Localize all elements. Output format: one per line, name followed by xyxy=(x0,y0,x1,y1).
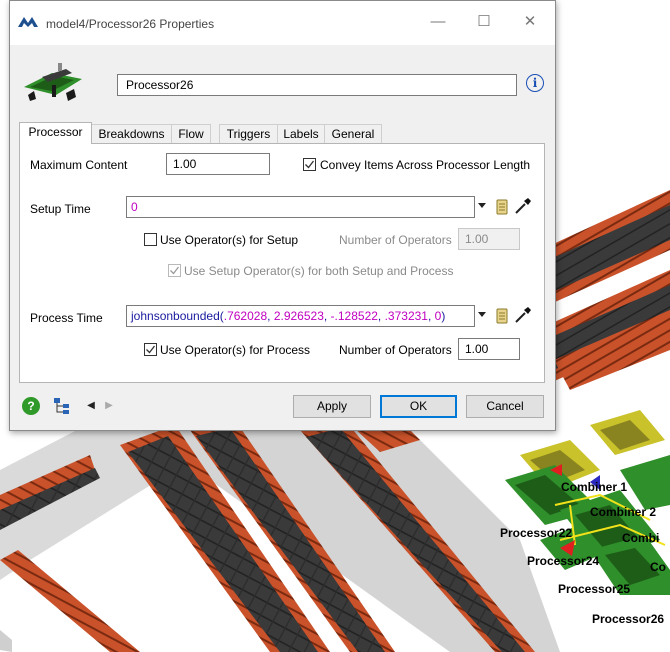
process-time-script-icon[interactable] xyxy=(494,307,510,325)
process-time-dropdown-icon[interactable] xyxy=(478,312,486,318)
process-time-arg-2: 2.926523 xyxy=(273,309,324,323)
cancel-button[interactable]: Cancel xyxy=(466,395,544,418)
window-title: model4/Processor26 Properties xyxy=(46,17,215,31)
use-operator-setup-checkbox[interactable] xyxy=(144,233,157,246)
help-icon[interactable]: ? xyxy=(22,397,40,415)
process-time-arg-1: .762028 xyxy=(223,309,268,323)
next-object-button[interactable]: ▶ xyxy=(102,397,116,415)
setup-time-dropdown-icon[interactable] xyxy=(478,203,486,209)
previous-object-button[interactable]: ◀ xyxy=(84,397,98,415)
tab-flow[interactable]: Flow xyxy=(171,124,211,143)
use-setup-both-label: Use Setup Operator(s) for both Setup and… xyxy=(184,264,454,278)
use-operator-process-checkbox[interactable] xyxy=(144,343,157,356)
ok-button[interactable]: OK xyxy=(380,395,457,418)
convey-items-label: Convey Items Across Processor Length xyxy=(320,158,531,172)
dialog-button-bar: ? ◀ ▶ Apply OK Cancel xyxy=(10,391,555,429)
scene-label-processor26[interactable]: Processor26 xyxy=(592,612,664,626)
process-time-arg-3: -.128522 xyxy=(330,309,378,323)
tab-triggers[interactable]: Triggers xyxy=(219,124,278,143)
scene-label-processor24[interactable]: Processor24 xyxy=(527,554,599,568)
apply-button[interactable]: Apply xyxy=(293,395,371,418)
setup-time-eyedropper-icon[interactable] xyxy=(514,197,532,215)
convey-items-checkbox[interactable] xyxy=(303,158,316,171)
setup-num-operators-field[interactable]: 1.00 xyxy=(458,228,520,250)
use-setup-both-checkbox[interactable] xyxy=(168,264,181,277)
processor-tab-panel: Maximum Content 1.00 Convey Items Across… xyxy=(19,143,545,383)
process-num-operators-label: Number of Operators xyxy=(339,343,452,357)
title-bar[interactable]: model4/Processor26 Properties — ☐ ✕ xyxy=(10,1,555,45)
close-button[interactable]: ✕ xyxy=(507,7,553,37)
scene-label-processor25[interactable]: Processor25 xyxy=(558,582,630,596)
minimize-button[interactable]: — xyxy=(415,7,461,37)
process-time-function: johnsonbounded( xyxy=(131,309,224,323)
scene-label-combiner-3[interactable]: Combi xyxy=(622,531,659,545)
max-content-field[interactable]: 1.00 xyxy=(166,153,270,175)
tree-view-icon[interactable] xyxy=(53,397,71,415)
tab-general[interactable]: General xyxy=(324,124,382,143)
scene-label-combiner-4[interactable]: Co xyxy=(650,560,666,574)
process-time-eyedropper-icon[interactable] xyxy=(514,306,532,324)
process-time-close-paren: ) xyxy=(441,309,446,323)
processor-object-icon xyxy=(24,63,82,101)
tab-labels[interactable]: Labels xyxy=(277,124,325,143)
process-time-arg-4: .373231 xyxy=(384,309,428,323)
scene-label-combiner-2[interactable]: Combiner 2 xyxy=(590,505,656,519)
scene-label-processor22[interactable]: Processor22 xyxy=(500,526,572,540)
tab-breakdowns[interactable]: Breakdowns xyxy=(91,124,172,143)
setup-time-script-icon[interactable] xyxy=(494,198,510,216)
use-operator-setup-label: Use Operator(s) for Setup xyxy=(160,233,299,247)
use-operator-process-label: Use Operator(s) for Process xyxy=(160,343,311,357)
process-time-label: Process Time xyxy=(30,311,103,325)
setup-time-label: Setup Time xyxy=(30,202,91,216)
scene-label-combiner-1[interactable]: Combiner 1 xyxy=(561,480,627,494)
process-time-field[interactable]: johnsonbounded(.762028, 2.926523, -.1285… xyxy=(126,305,475,327)
info-icon[interactable]: i xyxy=(526,74,544,92)
tab-processor[interactable]: Processor xyxy=(19,122,92,144)
setup-num-operators-label: Number of Operators xyxy=(339,233,452,247)
setup-time-field[interactable]: 0 xyxy=(126,196,475,218)
flexsim-logo-icon xyxy=(18,17,38,27)
object-name-field[interactable]: Processor26 xyxy=(117,74,517,96)
process-num-operators-field[interactable]: 1.00 xyxy=(458,338,520,360)
maximize-button[interactable]: ☐ xyxy=(461,7,507,37)
properties-dialog: model4/Processor26 Properties — ☐ ✕ Proc… xyxy=(9,0,556,431)
max-content-label: Maximum Content xyxy=(30,158,128,172)
